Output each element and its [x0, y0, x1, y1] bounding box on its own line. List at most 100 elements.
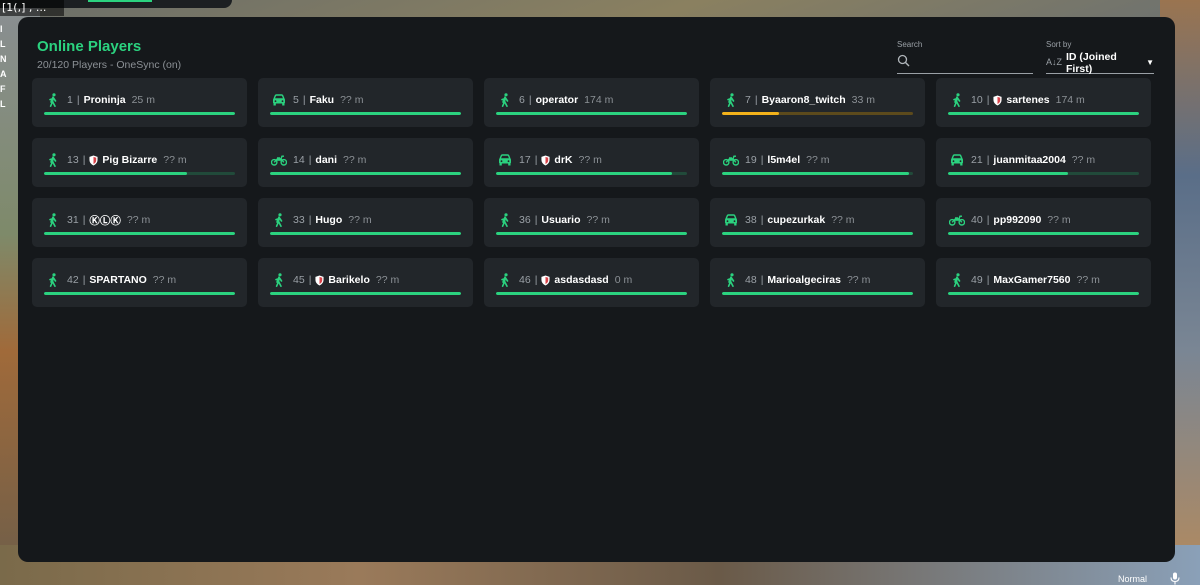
player-card[interactable]: 31 | ⓀⓁⓀ ?? m	[32, 198, 247, 247]
player-id: 13	[67, 154, 79, 166]
player-name: Barikelo	[328, 274, 370, 286]
chevron-down-icon: ▼	[1146, 58, 1154, 67]
health-bar	[722, 112, 913, 115]
health-bar-fill	[44, 292, 235, 295]
player-distance: ?? m	[343, 154, 367, 166]
separator: |	[82, 274, 86, 286]
side-letter: A	[0, 69, 7, 79]
player-card[interactable]: 17 | drK ?? m	[484, 138, 699, 187]
separator: |	[534, 214, 538, 226]
online-players-panel: Online Players 20/120 Players - OneSync …	[18, 17, 1175, 562]
player-card[interactable]: 42 | SPARTANO ?? m	[32, 258, 247, 307]
player-card[interactable]: 1 | Proninja 25 m	[32, 78, 247, 127]
player-card[interactable]: 33 | Hugo ?? m	[258, 198, 473, 247]
sort-select[interactable]: A↓Z ID (Joined First) ▼	[1046, 51, 1154, 75]
player-info-row: 46 | asdasdasd 0 m	[497, 272, 689, 288]
admin-shield-icon	[541, 155, 550, 165]
player-id: 17	[519, 154, 531, 166]
health-bar	[722, 172, 913, 175]
player-card[interactable]: 48 | Marioalgeciras ?? m	[710, 258, 925, 307]
player-id: 21	[971, 154, 983, 166]
health-bar-fill	[722, 172, 910, 175]
side-letter: L	[0, 99, 6, 109]
health-bar-fill	[270, 232, 461, 235]
player-info-row: 48 | Marioalgeciras ?? m	[723, 272, 915, 288]
health-bar	[948, 232, 1139, 235]
player-card[interactable]: 7 | Byaaron8_twitch 33 m	[710, 78, 925, 127]
player-info-row: 31 | ⓀⓁⓀ ?? m	[45, 212, 237, 228]
player-card[interactable]: 10 | sartenes 174 m	[936, 78, 1151, 127]
health-bar	[270, 292, 461, 295]
player-card[interactable]: 40 | pp992090 ?? m	[936, 198, 1151, 247]
sort-label: Sort by	[1046, 40, 1072, 49]
health-bar	[44, 232, 235, 235]
player-info-row: 45 | Barikelo ?? m	[271, 272, 463, 288]
player-name: Proninja	[83, 94, 126, 106]
walk-icon	[497, 213, 513, 227]
player-distance: ?? m	[375, 274, 400, 286]
player-id: 38	[745, 214, 757, 226]
player-card[interactable]: 6 | operator 174 m	[484, 78, 699, 127]
player-card[interactable]: 13 | Pig Bizarre ?? m	[32, 138, 247, 187]
player-distance: ?? m	[1076, 274, 1100, 286]
player-name: SPARTANO	[89, 274, 147, 286]
motorcycle-icon	[723, 153, 739, 167]
player-distance: 174 m	[584, 94, 614, 106]
separator: |	[76, 94, 80, 106]
player-distance: ?? m	[846, 274, 871, 286]
player-info-row: 36 | Usuario ?? m	[497, 212, 689, 228]
player-name: MaxGamer7560	[993, 274, 1071, 286]
player-id: 14	[293, 154, 305, 166]
player-id: 36	[519, 214, 531, 226]
player-card[interactable]: 14 | dani ?? m	[258, 138, 473, 187]
health-bar-fill	[948, 292, 1139, 295]
separator: |	[534, 154, 538, 166]
player-card[interactable]: 36 | Usuario ?? m	[484, 198, 699, 247]
player-distance: ?? m	[163, 154, 187, 166]
health-bar-fill	[496, 232, 687, 235]
player-name: Pig Bizarre	[102, 154, 158, 166]
player-card[interactable]: 49 | MaxGamer7560 ?? m	[936, 258, 1151, 307]
walk-icon	[949, 273, 965, 287]
separator: |	[308, 274, 312, 286]
player-id: 5	[293, 94, 299, 106]
player-name: operator	[535, 94, 579, 106]
top-menu-active-tab[interactable]	[88, 0, 152, 2]
search-box[interactable]	[897, 52, 1033, 74]
car-icon	[271, 93, 287, 107]
health-bar-fill	[722, 232, 913, 235]
player-card[interactable]: 21 | juanmitaa2004 ?? m	[936, 138, 1151, 187]
player-card[interactable]: 46 | asdasdasd 0 m	[484, 258, 699, 307]
health-bar	[44, 112, 235, 115]
player-name: Byaaron8_twitch	[761, 94, 846, 106]
player-id: 10	[971, 94, 983, 106]
player-name: ⓀⓁⓀ	[89, 214, 121, 227]
sort-field: Sort by A↓Z ID (Joined First) ▼	[1046, 40, 1154, 75]
player-distance: 25 m	[131, 94, 155, 106]
player-name: Hugo	[315, 214, 343, 226]
player-distance: ?? m	[348, 214, 372, 226]
player-info-row: 40 | pp992090 ?? m	[949, 212, 1141, 228]
health-bar	[44, 172, 235, 175]
player-card[interactable]: 38 | cupezurkak ?? m	[710, 198, 925, 247]
panel-title: Online Players	[37, 38, 142, 55]
player-card[interactable]: 5 | Faku ?? m	[258, 78, 473, 127]
separator: |	[534, 274, 538, 286]
walk-icon	[45, 153, 61, 167]
voice-mode-label: Normal	[1118, 574, 1148, 584]
chat-snippet: [1(,] , ...	[0, 0, 64, 16]
health-bar-fill	[270, 172, 461, 175]
separator: |	[760, 274, 764, 286]
health-bar-fill	[44, 172, 188, 175]
admin-shield-icon	[993, 95, 1002, 105]
search-icon	[897, 54, 910, 72]
player-id: 33	[293, 214, 305, 226]
health-bar	[496, 292, 687, 295]
player-info-row: 38 | cupezurkak ?? m	[723, 212, 915, 228]
player-card[interactable]: 45 | Barikelo ?? m	[258, 258, 473, 307]
admin-shield-icon	[315, 275, 324, 285]
separator: |	[986, 94, 990, 106]
player-card[interactable]: 19 | l5m4el ?? m	[710, 138, 925, 187]
player-id: 45	[293, 274, 305, 286]
search-input[interactable]	[914, 56, 1024, 69]
